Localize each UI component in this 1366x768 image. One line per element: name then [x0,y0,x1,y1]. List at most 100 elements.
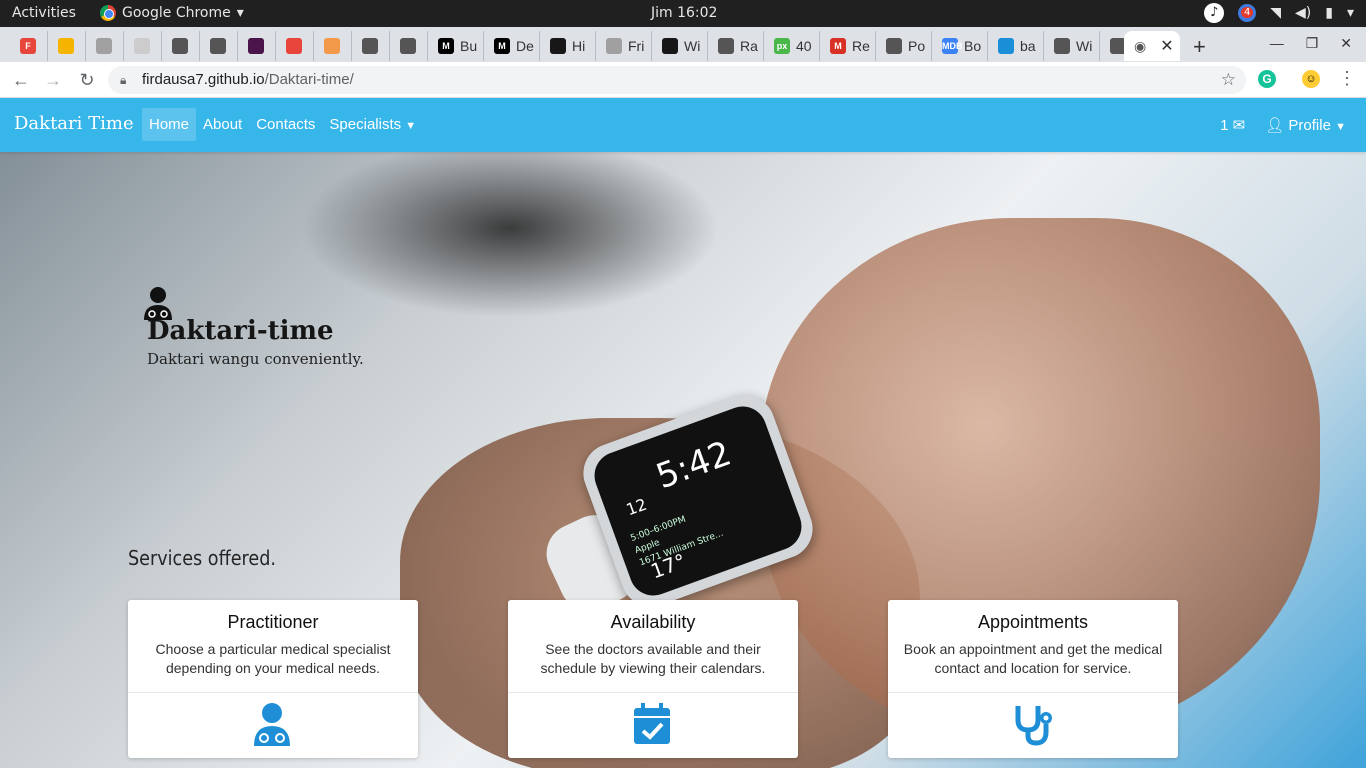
tab-favicon-icon [134,38,150,54]
browser-tab[interactable] [86,31,124,61]
minimize-button[interactable]: — [1270,35,1284,52]
browser-tab[interactable]: Po [876,31,932,61]
browser-tab[interactable]: M Re [820,31,876,61]
browser-tab[interactable] [390,31,428,61]
chevron-down-icon[interactable]: ▾ [1347,5,1354,21]
browser-tab[interactable] [162,31,200,61]
tab-title: Re [852,38,870,54]
tab-favicon-icon [362,38,378,54]
nav-right: 1 ✉ 👤︎ Profile ▼ [1220,116,1346,134]
browser-tab[interactable]: Fri [596,31,652,61]
new-tab-button[interactable]: + [1193,34,1206,60]
reload-button[interactable]: ↻ [76,69,98,91]
browser-tab[interactable]: F [10,31,48,61]
card-title: Availability [610,612,696,632]
nav-home[interactable]: Home [142,108,197,141]
clock[interactable]: Jim 16:02 [651,5,717,21]
browser-tab[interactable] [200,31,238,61]
doctor-icon [144,287,172,320]
service-card-practitioner[interactable]: Practitioner Choose a particular medical… [128,600,418,758]
tab-favicon-icon: M [830,38,846,54]
notification-icon[interactable]: 4 [1238,4,1257,22]
service-card-availability[interactable]: Availability See the doctors available a… [508,600,798,758]
forward-button[interactable]: → [42,69,64,91]
card-text: Choose a particular medical specialist d… [155,641,391,676]
browser-tab[interactable] [276,31,314,61]
battery-icon[interactable]: ▮ [1325,5,1333,21]
browser-tab[interactable]: M De [484,31,540,61]
nav-about[interactable]: About [196,108,249,141]
emoji-extension-icon[interactable]: ☺ [1302,70,1320,88]
browser-tab[interactable]: Wi [652,31,708,61]
toolbar: ← → ↻ 🔒︎ firdausa7.github.io/Daktari-tim… [0,62,1366,98]
tab-favicon-icon [662,38,678,54]
tab-title: Hi [572,38,586,54]
back-button[interactable]: ← [10,69,32,91]
calendar-check-icon [634,703,670,744]
tab-title: De [516,38,534,54]
card-text: See the doctors available and their sche… [540,641,766,676]
app-menu[interactable]: Google Chrome ▾ [100,5,244,21]
brand-logo[interactable]: Daktari Time [14,113,134,134]
tab-favicon-icon [324,38,340,54]
messages-link[interactable]: 1 ✉ [1220,116,1245,134]
browser-tab[interactable]: M Bu [428,31,484,61]
address-bar[interactable]: 🔒︎ firdausa7.github.io/Daktari-time/ ☆ [108,66,1246,94]
close-tab-icon[interactable]: ✕ [1160,36,1173,56]
web-page: 5:42 12 5:00–6:00PM Apple 1671 William S… [0,98,1366,768]
tab-title: Wi [684,38,701,54]
browser-tab[interactable]: px 40 [764,31,820,61]
tab-favicon-icon [58,38,74,54]
nav-specialists-label: Specialists [329,116,402,133]
app-name: Google Chrome [122,5,231,21]
nav-contacts[interactable]: Contacts [249,108,322,141]
tab-title: Fri [628,38,645,54]
browser-tab[interactable] [124,31,162,61]
tab-title: ba [1020,38,1036,54]
url-path: /Daktari-time/ [264,71,354,88]
tab-favicon-icon: MDB [942,38,963,54]
tab-title: Wi [1076,38,1093,54]
doctor-icon [254,703,290,746]
browser-tab[interactable]: Wi [1044,31,1100,61]
browser-tab[interactable] [48,31,86,61]
menu-icon[interactable]: ⋮ [1338,68,1356,89]
user-icon: 👤︎ [1265,117,1285,134]
tab-favicon-icon [400,38,416,54]
notification-badge: 4 [1241,7,1254,18]
tab-favicon-icon [606,38,622,54]
bookmark-star-icon[interactable]: ☆ [1221,66,1236,94]
browser-tab[interactable]: MDB Bo [932,31,988,61]
browser-tab[interactable] [314,31,352,61]
browser-tab[interactable]: Ra [708,31,764,61]
card-divider [508,692,798,693]
browser-tab[interactable]: Hi [540,31,596,61]
tab-active[interactable]: ◉ ✕ [1124,31,1180,61]
tab-favicon-icon [286,38,302,54]
grammarly-icon[interactable]: G [1258,70,1276,88]
close-window-button[interactable]: ✕ [1340,35,1352,52]
service-card-appointments[interactable]: Appointments Book an appointment and get… [888,600,1178,758]
volume-icon[interactable]: ◀) [1295,5,1311,21]
profile-menu[interactable]: 👤︎ Profile ▼ [1265,116,1346,134]
system-tray[interactable]: ♪ 4 ◥ ◀) ▮ ▾ [1204,3,1354,23]
wifi-icon[interactable]: ◥ [1270,5,1281,21]
nav-specialists[interactable]: Specialists ▼ [322,108,423,141]
music-icon[interactable]: ♪ [1204,3,1225,23]
lock-icon: 🔒︎ [120,73,127,87]
tab-favicon-icon [1054,38,1070,54]
browser-tab[interactable]: ba [988,31,1044,61]
card-divider [128,692,418,693]
tab-favicon-icon [718,38,734,54]
browser-tab[interactable] [238,31,276,61]
tab-favicon-icon [998,38,1014,54]
card-title: Practitioner [227,612,319,632]
restore-button[interactable]: ❐ [1306,35,1319,52]
browser-tab[interactable] [352,31,390,61]
chevron-down-icon: ▾ [236,5,244,21]
tab-favicon-icon [96,38,112,54]
activities-button[interactable]: Activities [12,5,76,21]
window-controls: — ❐ ✕ [1270,35,1352,52]
services-heading: Services offered. [128,546,276,570]
tab-title: Bo [964,38,982,54]
